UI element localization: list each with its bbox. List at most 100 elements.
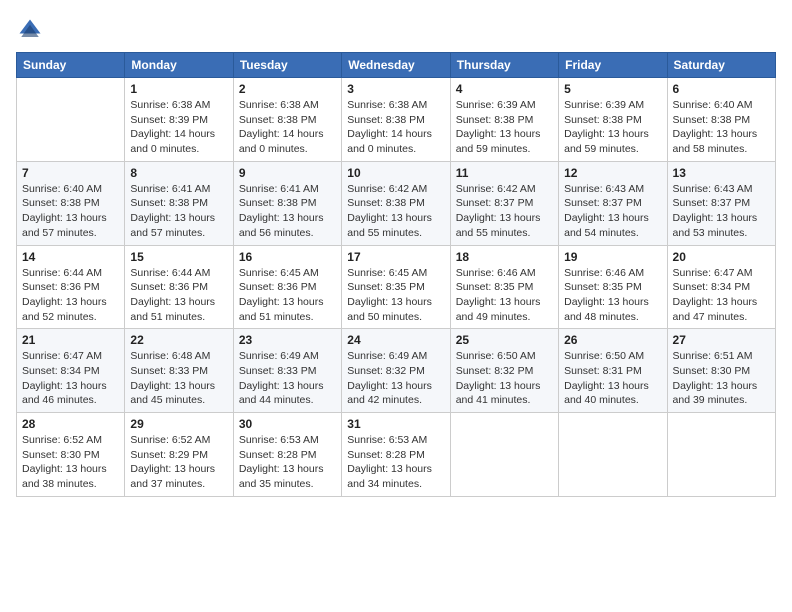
weekday-header-wednesday: Wednesday [342, 53, 450, 78]
day-info: Sunrise: 6:42 AM Sunset: 8:38 PM Dayligh… [347, 182, 444, 241]
day-number: 9 [239, 166, 336, 180]
calendar-day-cell: 7 Sunrise: 6:40 AM Sunset: 8:38 PM Daylig… [17, 161, 125, 245]
calendar-day-cell: 19 Sunrise: 6:46 AM Sunset: 8:35 PM Dayli… [559, 245, 667, 329]
day-info: Sunrise: 6:45 AM Sunset: 8:36 PM Dayligh… [239, 266, 336, 325]
day-info: Sunrise: 6:39 AM Sunset: 8:38 PM Dayligh… [564, 98, 661, 157]
day-info: Sunrise: 6:40 AM Sunset: 8:38 PM Dayligh… [22, 182, 119, 241]
day-number: 28 [22, 417, 119, 431]
day-info: Sunrise: 6:51 AM Sunset: 8:30 PM Dayligh… [673, 349, 770, 408]
day-info: Sunrise: 6:53 AM Sunset: 8:28 PM Dayligh… [347, 433, 444, 492]
weekday-header-sunday: Sunday [17, 53, 125, 78]
day-info: Sunrise: 6:39 AM Sunset: 8:38 PM Dayligh… [456, 98, 553, 157]
day-info: Sunrise: 6:46 AM Sunset: 8:35 PM Dayligh… [564, 266, 661, 325]
calendar-day-cell: 5 Sunrise: 6:39 AM Sunset: 8:38 PM Daylig… [559, 78, 667, 162]
day-number: 24 [347, 333, 444, 347]
day-number: 11 [456, 166, 553, 180]
calendar-day-cell: 8 Sunrise: 6:41 AM Sunset: 8:38 PM Daylig… [125, 161, 233, 245]
calendar-day-cell: 1 Sunrise: 6:38 AM Sunset: 8:39 PM Daylig… [125, 78, 233, 162]
weekday-header-saturday: Saturday [667, 53, 775, 78]
day-info: Sunrise: 6:47 AM Sunset: 8:34 PM Dayligh… [673, 266, 770, 325]
calendar-day-cell: 10 Sunrise: 6:42 AM Sunset: 8:38 PM Dayli… [342, 161, 450, 245]
calendar-week-row: 1 Sunrise: 6:38 AM Sunset: 8:39 PM Daylig… [17, 78, 776, 162]
day-number: 21 [22, 333, 119, 347]
day-number: 19 [564, 250, 661, 264]
calendar-week-row: 21 Sunrise: 6:47 AM Sunset: 8:34 PM Dayli… [17, 329, 776, 413]
calendar-day-cell [667, 413, 775, 497]
day-number: 8 [130, 166, 227, 180]
day-info: Sunrise: 6:52 AM Sunset: 8:29 PM Dayligh… [130, 433, 227, 492]
day-info: Sunrise: 6:38 AM Sunset: 8:38 PM Dayligh… [347, 98, 444, 157]
day-number: 7 [22, 166, 119, 180]
calendar-day-cell: 6 Sunrise: 6:40 AM Sunset: 8:38 PM Daylig… [667, 78, 775, 162]
calendar-day-cell: 18Sunrise: 6:46 AM Sunset: 8:35 PM Dayli… [450, 245, 558, 329]
calendar-week-row: 14 Sunrise: 6:44 AM Sunset: 8:36 PM Dayli… [17, 245, 776, 329]
day-info: Sunrise: 6:46 AM Sunset: 8:35 PM Dayligh… [456, 266, 553, 325]
day-number: 15 [130, 250, 227, 264]
calendar-day-cell [17, 78, 125, 162]
calendar-day-cell: 28 Sunrise: 6:52 AM Sunset: 8:30 PM Dayli… [17, 413, 125, 497]
weekday-header-thursday: Thursday [450, 53, 558, 78]
day-info: Sunrise: 6:38 AM Sunset: 8:39 PM Dayligh… [130, 98, 227, 157]
day-info: Sunrise: 6:52 AM Sunset: 8:30 PM Dayligh… [22, 433, 119, 492]
day-info: Sunrise: 6:41 AM Sunset: 8:38 PM Dayligh… [130, 182, 227, 241]
day-number: 27 [673, 333, 770, 347]
day-number: 17 [347, 250, 444, 264]
day-info: Sunrise: 6:47 AM Sunset: 8:34 PM Dayligh… [22, 349, 119, 408]
calendar-week-row: 7 Sunrise: 6:40 AM Sunset: 8:38 PM Daylig… [17, 161, 776, 245]
calendar-day-cell: 13Sunrise: 6:43 AM Sunset: 8:37 PM Dayli… [667, 161, 775, 245]
calendar-day-cell: 23Sunrise: 6:49 AM Sunset: 8:33 PM Dayli… [233, 329, 341, 413]
calendar-day-cell [450, 413, 558, 497]
calendar-day-cell: 20 Sunrise: 6:47 AM Sunset: 8:34 PM Dayli… [667, 245, 775, 329]
day-number: 14 [22, 250, 119, 264]
day-number: 3 [347, 82, 444, 96]
calendar-day-cell: 29 Sunrise: 6:52 AM Sunset: 8:29 PM Dayli… [125, 413, 233, 497]
day-number: 10 [347, 166, 444, 180]
day-info: Sunrise: 6:48 AM Sunset: 8:33 PM Dayligh… [130, 349, 227, 408]
calendar-day-cell: 17 Sunrise: 6:45 AM Sunset: 8:35 PM Dayli… [342, 245, 450, 329]
calendar-day-cell: 31 Sunrise: 6:53 AM Sunset: 8:28 PM Dayli… [342, 413, 450, 497]
day-number: 31 [347, 417, 444, 431]
day-info: Sunrise: 6:50 AM Sunset: 8:31 PM Dayligh… [564, 349, 661, 408]
calendar-day-cell: 22 Sunrise: 6:48 AM Sunset: 8:33 PM Dayli… [125, 329, 233, 413]
day-info: Sunrise: 6:43 AM Sunset: 8:37 PM Dayligh… [673, 182, 770, 241]
calendar-day-cell: 24 Sunrise: 6:49 AM Sunset: 8:32 PM Dayli… [342, 329, 450, 413]
day-info: Sunrise: 6:44 AM Sunset: 8:36 PM Dayligh… [22, 266, 119, 325]
calendar-day-cell: 16 Sunrise: 6:45 AM Sunset: 8:36 PM Dayli… [233, 245, 341, 329]
logo [16, 16, 48, 44]
day-number: 25 [456, 333, 553, 347]
calendar-day-cell: 11 Sunrise: 6:42 AM Sunset: 8:37 PM Dayli… [450, 161, 558, 245]
day-info: Sunrise: 6:43 AM Sunset: 8:37 PM Dayligh… [564, 182, 661, 241]
day-info: Sunrise: 6:50 AM Sunset: 8:32 PM Dayligh… [456, 349, 553, 408]
day-number: 2 [239, 82, 336, 96]
day-number: 6 [673, 82, 770, 96]
day-info: Sunrise: 6:45 AM Sunset: 8:35 PM Dayligh… [347, 266, 444, 325]
calendar-day-cell: 26 Sunrise: 6:50 AM Sunset: 8:31 PM Dayli… [559, 329, 667, 413]
day-info: Sunrise: 6:41 AM Sunset: 8:38 PM Dayligh… [239, 182, 336, 241]
calendar-day-cell: 14 Sunrise: 6:44 AM Sunset: 8:36 PM Dayli… [17, 245, 125, 329]
weekday-header-monday: Monday [125, 53, 233, 78]
day-info: Sunrise: 6:44 AM Sunset: 8:36 PM Dayligh… [130, 266, 227, 325]
day-info: Sunrise: 6:53 AM Sunset: 8:28 PM Dayligh… [239, 433, 336, 492]
day-number: 22 [130, 333, 227, 347]
calendar-day-cell: 21 Sunrise: 6:47 AM Sunset: 8:34 PM Dayli… [17, 329, 125, 413]
day-info: Sunrise: 6:38 AM Sunset: 8:38 PM Dayligh… [239, 98, 336, 157]
day-info: Sunrise: 6:42 AM Sunset: 8:37 PM Dayligh… [456, 182, 553, 241]
calendar-table: SundayMondayTuesdayWednesdayThursdayFrid… [16, 52, 776, 497]
calendar-day-cell: 9 Sunrise: 6:41 AM Sunset: 8:38 PM Daylig… [233, 161, 341, 245]
calendar-day-cell: 30 Sunrise: 6:53 AM Sunset: 8:28 PM Dayli… [233, 413, 341, 497]
day-number: 4 [456, 82, 553, 96]
day-info: Sunrise: 6:49 AM Sunset: 8:32 PM Dayligh… [347, 349, 444, 408]
day-number: 20 [673, 250, 770, 264]
day-number: 16 [239, 250, 336, 264]
calendar-day-cell: 25 Sunrise: 6:50 AM Sunset: 8:32 PM Dayli… [450, 329, 558, 413]
day-number: 5 [564, 82, 661, 96]
page-header [16, 16, 776, 44]
day-number: 29 [130, 417, 227, 431]
day-number: 1 [130, 82, 227, 96]
calendar-day-cell: 27 Sunrise: 6:51 AM Sunset: 8:30 PM Dayli… [667, 329, 775, 413]
day-number: 12 [564, 166, 661, 180]
day-number: 26 [564, 333, 661, 347]
day-number: 30 [239, 417, 336, 431]
day-info: Sunrise: 6:40 AM Sunset: 8:38 PM Dayligh… [673, 98, 770, 157]
calendar-day-cell [559, 413, 667, 497]
